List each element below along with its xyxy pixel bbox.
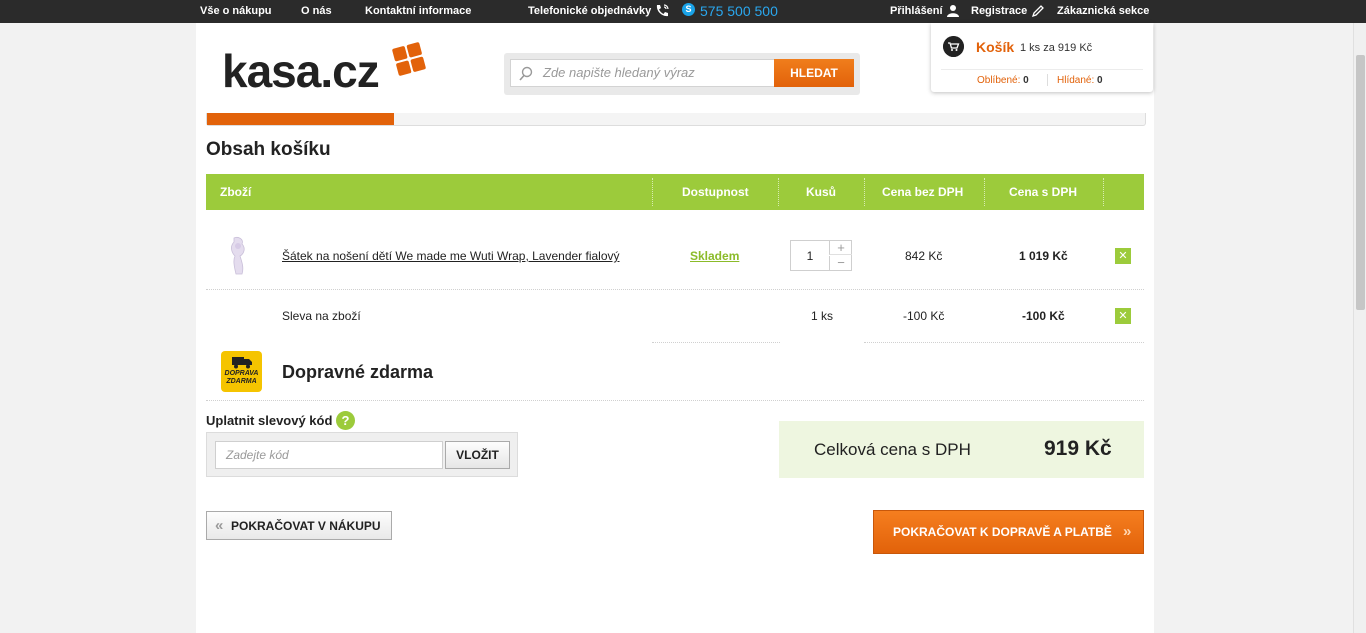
product-price-gross: 1 019 Kč [1019,249,1068,263]
remove-discount-button[interactable]: ✕ [1115,308,1131,324]
checkout-steps [206,113,1146,126]
divider [206,289,1144,290]
header-item: Zboží [220,185,252,199]
header-availability: Dostupnost [682,185,749,199]
divider [864,342,1144,343]
free-shipping-icon-text: DOPRAVA ZDARMA [224,370,259,385]
availability-link[interactable]: Skladem [690,249,739,263]
mini-cart[interactable]: Košík 1 ks za 919 Kč Oblíbené: 0 Hlídané… [931,23,1153,92]
continue-to-shipping-label: POKRAČOVAT K DOPRAVĚ A PLATBĚ [893,525,1112,539]
divider [864,178,865,206]
header-price-gross: Cena s DPH [1009,185,1078,199]
login-link[interactable]: Přihlášení [890,5,943,17]
divider [984,178,985,206]
quantity-input[interactable]: 1 [791,249,829,263]
quantity-minus-button[interactable]: − [829,256,852,270]
header-price-net: Cena bez DPH [882,185,964,199]
user-icon [947,5,959,17]
coupon-label: Uplatnit slevový kód [206,413,333,428]
page-title: Obsah košíku [206,139,331,160]
search-input[interactable]: Zde napište hledaný výraz [510,59,775,87]
cart-icon [943,36,964,57]
help-icon[interactable]: ? [336,411,355,430]
logo-mark-icon [392,42,426,76]
divider [652,178,653,206]
divider [652,342,780,343]
divider [206,400,1144,401]
phone-orders-label: Telefonické objednávky [528,5,652,17]
logo[interactable]: kasa.cz [222,44,380,98]
product-name-link[interactable]: Šátek na nošení dětí We made me Wuti Wra… [282,249,620,263]
pencil-icon [1031,5,1044,18]
search-icon [519,66,533,81]
phone-icon [656,4,669,17]
continue-shopping-label: POKRAČOVAT V NÁKUPU [231,519,381,533]
remove-product-button[interactable]: ✕ [1115,248,1131,264]
total-box: Celková cena s DPH 919 Kč [779,421,1144,478]
continue-shopping-button[interactable]: « POKRAČOVAT V NÁKUPU [206,511,392,540]
discount-qty: 1 ks [811,309,834,323]
total-label: Celková cena s DPH [814,440,971,459]
product-image[interactable] [222,236,256,276]
divider [778,178,779,206]
cart-summary: 1 ks za 919 Kč [1020,42,1093,54]
scrollbar[interactable] [1353,23,1366,633]
total-value: 919 Kč [1044,437,1112,460]
phone-number[interactable]: 575 500 500 [700,3,778,19]
cart-table-header: Zboží Dostupnost Kusů Cena bez DPH Cena … [206,174,1144,210]
cart-title[interactable]: Košík [976,39,1014,55]
divider [1047,74,1048,86]
chevron-double-right-icon: » [1123,523,1132,540]
nav-link-about-shopping[interactable]: Vše o nákupu [200,5,272,17]
continue-to-shipping-button[interactable]: POKRAČOVAT K DOPRAVĚ A PLATBĚ » [873,510,1144,554]
quantity-stepper[interactable]: 1 + − [790,240,852,271]
nav-link-about-us[interactable]: O nás [301,5,332,17]
customer-section-link[interactable]: Zákaznická sekce [1057,5,1149,17]
nav-link-contact[interactable]: Kontaktní informace [365,5,471,17]
discount-price-gross: -100 Kč [1022,309,1065,323]
coupon-apply-button[interactable]: VLOŽIT [445,441,510,469]
free-shipping-icon: DOPRAVA ZDARMA [221,351,262,392]
free-shipping-title: Dopravné zdarma [282,362,434,382]
skype-icon: S [682,3,695,16]
header-qty: Kusů [806,185,836,199]
top-bar: Vše o nákupu O nás Kontaktní informace T… [0,0,1366,23]
scrollbar-thumb[interactable] [1356,55,1365,310]
discount-label: Sleva na zboží [282,309,361,323]
favorites-link[interactable]: Oblíbené: 0 [977,75,1029,86]
search-button[interactable]: HLEDAT [774,59,854,87]
search-bar: Zde napište hledaný výraz HLEDAT [504,53,860,95]
discount-price-net: -100 Kč [903,309,945,323]
coupon-form: Zadejte kód VLOŽIT [206,432,518,477]
product-price-net: 842 Kč [905,249,943,263]
quantity-plus-button[interactable]: + [829,241,852,255]
coupon-input[interactable]: Zadejte kód [215,441,443,469]
divider [941,69,1143,70]
active-step-indicator [207,113,394,125]
chevron-double-left-icon: « [215,517,224,534]
register-link[interactable]: Registrace [971,5,1027,17]
divider [1103,178,1104,206]
watched-link[interactable]: Hlídané: 0 [1057,75,1103,86]
